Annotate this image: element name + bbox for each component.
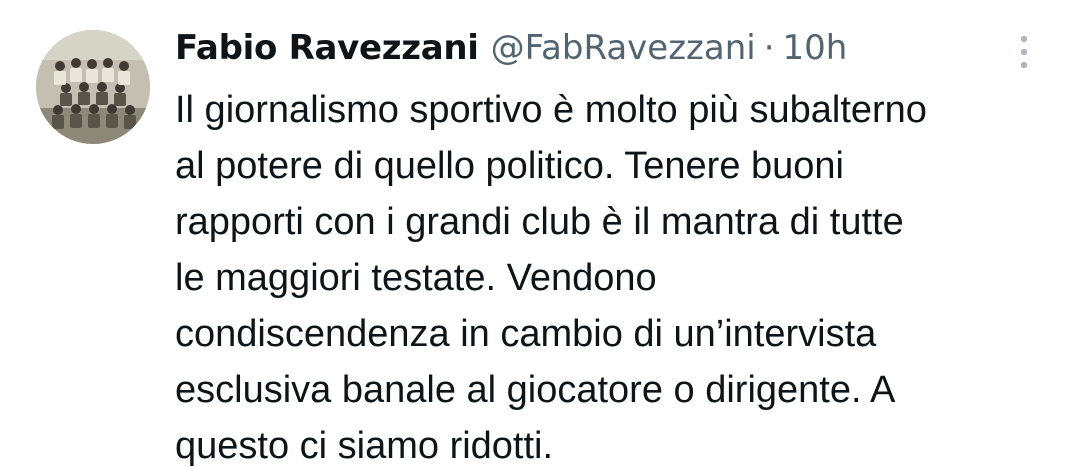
author-avatar[interactable] xyxy=(36,30,150,144)
tweet-text-line: al potere di quello politico. Tenere buo… xyxy=(175,145,844,187)
tweet[interactable]: Fabio Ravezzani @FabRavezzani · 10h Il g… xyxy=(0,0,1080,467)
author-handle[interactable]: @FabRavezzani xyxy=(491,28,756,68)
tweet-header: Fabio Ravezzani @FabRavezzani · 10h xyxy=(175,23,847,73)
separator-dot: · xyxy=(763,28,775,68)
tweet-text-line: rapporti con i grandi club è il mantra d… xyxy=(175,201,904,243)
tweet-text-line: esclusiva banale al giocatore o dirigent… xyxy=(175,369,896,411)
author-name[interactable]: Fabio Ravezzani xyxy=(175,28,479,68)
tweet-text-line: condiscendenza in cambio di un’intervist… xyxy=(175,313,877,355)
tweet-text-line: Il giornalismo sportivo è molto più suba… xyxy=(175,89,927,131)
tweet-text-line: questo ci siamo ridotti. xyxy=(175,425,554,467)
tweet-text: Il giornalismo sportivo è molto più suba… xyxy=(175,82,1055,467)
team-photo-icon xyxy=(36,30,150,144)
more-options-button[interactable] xyxy=(1004,32,1044,72)
tweet-timestamp[interactable]: 10h xyxy=(783,28,848,68)
tweet-text-line: le maggiori testate. Vendono xyxy=(175,257,657,299)
more-vertical-icon xyxy=(1020,35,1028,69)
